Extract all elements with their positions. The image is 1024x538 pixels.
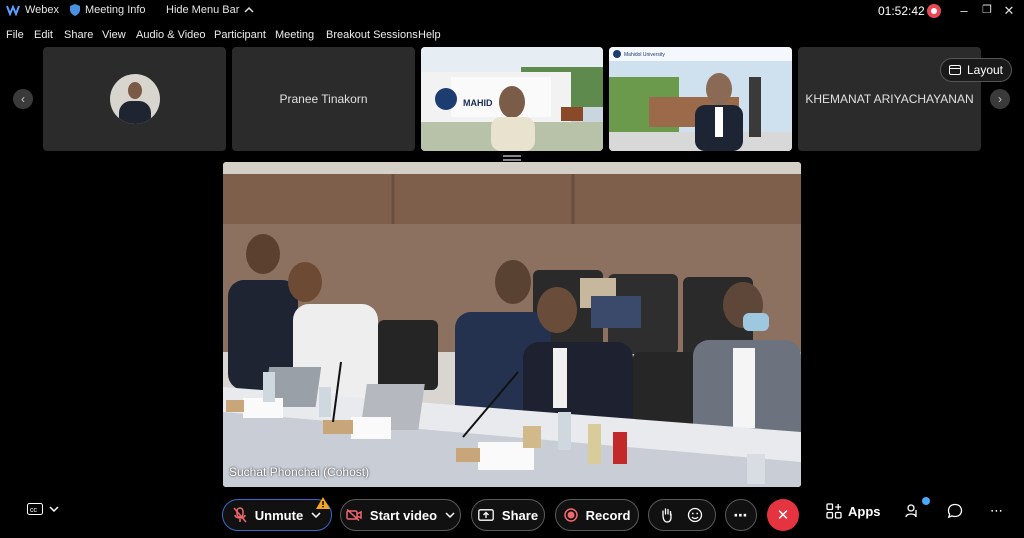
chevron-up-icon — [244, 6, 254, 13]
restore-icon[interactable]: ❐ — [977, 3, 997, 16]
participant-video: MAHID — [421, 47, 603, 151]
record-icon — [563, 508, 578, 522]
logo-text: Mahidol University — [624, 52, 665, 58]
chevron-left-icon: ‹ — [21, 92, 25, 106]
chevron-down-icon — [49, 506, 59, 513]
apps-button[interactable]: Apps — [826, 503, 881, 519]
more-icon: ⋯ — [990, 503, 1003, 518]
menu-file[interactable]: File — [6, 29, 24, 41]
reactions-group — [648, 499, 716, 531]
chevron-down-icon — [311, 512, 321, 519]
webex-logo-icon — [6, 4, 20, 16]
start-video-button[interactable]: Start video — [340, 499, 461, 531]
microphone-muted-icon — [233, 507, 247, 523]
app-name: Webex — [25, 4, 60, 16]
closed-captions-icon: cc — [27, 503, 43, 515]
participant-tile-3[interactable]: MAHID — [421, 47, 603, 151]
menu-share[interactable]: Share — [64, 29, 93, 41]
main-video — [223, 162, 801, 487]
video-off-icon — [346, 509, 362, 521]
more-panels-button[interactable]: ⋯ — [990, 503, 1003, 519]
raise-hand-icon[interactable] — [661, 507, 673, 523]
record-label: Record — [585, 507, 631, 523]
building-sign: MAHID — [463, 98, 493, 108]
recording-indicator-icon — [927, 4, 941, 18]
strip-previous-button[interactable]: ‹ — [13, 89, 33, 109]
apps-label: Apps — [848, 503, 881, 519]
hide-menu-bar-label: Hide Menu Bar — [166, 4, 240, 16]
captions-button[interactable]: cc — [27, 503, 59, 515]
chevron-right-icon: › — [998, 92, 1002, 106]
reactions-icon[interactable] — [687, 507, 703, 523]
layout-icon — [948, 65, 961, 75]
share-label: Share — [501, 507, 539, 523]
warning-icon — [316, 497, 330, 509]
participant-name: Pranee Tinakorn — [279, 92, 368, 106]
menu-view[interactable]: View — [102, 29, 126, 41]
active-speaker-name: Suchat Phonchai (Cohost) — [229, 465, 370, 479]
apps-icon — [826, 503, 842, 519]
share-screen-icon — [478, 509, 494, 521]
participants-icon — [905, 504, 917, 518]
start-video-label: Start video — [369, 507, 438, 523]
avatar — [109, 74, 160, 124]
meeting-room-video — [223, 162, 801, 487]
chevron-down-icon — [445, 512, 455, 519]
participant-tile-1[interactable] — [43, 47, 226, 151]
hide-menu-bar-button[interactable]: Hide Menu Bar — [166, 4, 254, 16]
menu-breakout-sessions[interactable]: Breakout Sessions — [326, 29, 418, 41]
strip-next-button[interactable]: › — [990, 89, 1010, 109]
svg-text:cc: cc — [30, 507, 38, 514]
participant-tile-2[interactable]: Pranee Tinakorn — [232, 47, 415, 151]
meeting-timer: 01:52:42 — [878, 4, 925, 18]
record-button[interactable]: Record — [555, 499, 639, 531]
participant-video: Mahidol University — [609, 47, 792, 151]
menu-help[interactable]: Help — [418, 29, 441, 41]
unmute-label: Unmute — [254, 507, 304, 523]
more-options-button[interactable]: ⋯ — [725, 499, 757, 531]
minimize-icon[interactable]: – — [954, 3, 974, 18]
close-icon[interactable]: ✕ — [999, 3, 1019, 19]
title-bar: Webex Meeting Info Hide Menu Bar 01:52:4… — [0, 0, 1024, 24]
shield-icon — [70, 4, 80, 16]
layout-button[interactable]: Layout — [940, 58, 1012, 82]
meeting-info-label: Meeting Info — [85, 4, 146, 16]
layout-label: Layout — [966, 63, 1004, 77]
participants-button[interactable] — [905, 503, 921, 519]
menu-participant[interactable]: Participant — [214, 29, 266, 41]
menu-meeting[interactable]: Meeting — [275, 29, 314, 41]
menu-audio-video[interactable]: Audio & Video — [136, 29, 206, 41]
end-call-button[interactable]: ✕ — [767, 499, 799, 531]
app-title: Webex — [6, 4, 59, 16]
participant-name: KHEMANAT ARIYACHAYANAN — [805, 92, 974, 106]
participant-tile-4[interactable]: Mahidol University — [609, 47, 792, 151]
resize-handle[interactable] — [503, 155, 521, 161]
menu-edit[interactable]: Edit — [34, 29, 53, 41]
more-icon: ⋯ — [733, 506, 749, 523]
chat-button[interactable] — [947, 503, 963, 519]
notification-badge — [922, 497, 930, 505]
share-button[interactable]: Share — [471, 499, 545, 531]
meeting-info-button[interactable]: Meeting Info — [70, 4, 146, 16]
close-icon: ✕ — [776, 507, 790, 524]
chat-icon — [947, 503, 963, 519]
